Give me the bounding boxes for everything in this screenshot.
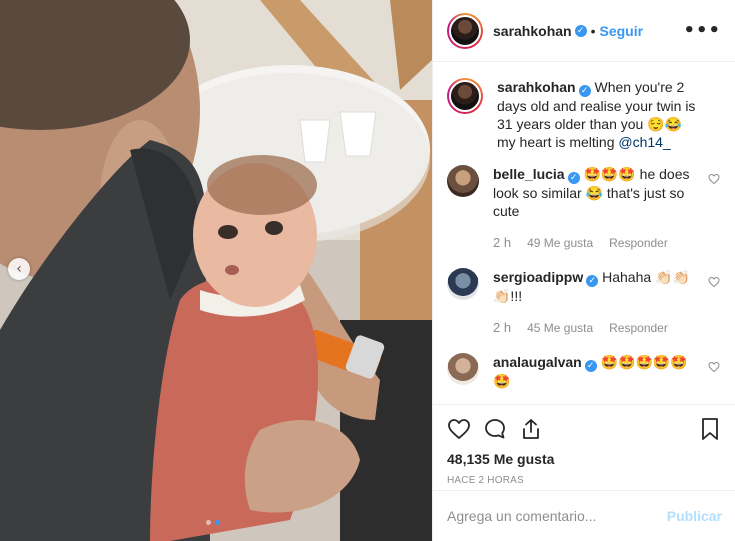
comment-like-heart-icon[interactable] bbox=[708, 173, 720, 185]
comment-username[interactable]: analaugalvan bbox=[493, 354, 582, 370]
post-timestamp[interactable]: HACE 2 HORAS bbox=[447, 475, 722, 486]
comment-time[interactable]: 2 h bbox=[493, 234, 511, 252]
share-icon[interactable] bbox=[519, 417, 543, 441]
comment-likes[interactable]: 49 Me gusta bbox=[527, 234, 593, 252]
carousel-dot-active bbox=[215, 520, 220, 525]
verified-icon: ✓ bbox=[574, 24, 587, 37]
comment-likes[interactable]: 45 Me gusta bbox=[527, 319, 593, 337]
comment-meta: 2 h 49 Me gusta Responder bbox=[493, 234, 693, 252]
comment-item: analaugalvan ✓ 🤩🤩🤩🤩🤩🤩 bbox=[447, 353, 722, 390]
comment-meta: 2 h 45 Me gusta Responder bbox=[493, 319, 693, 337]
post-caption: sarahkohan ✓ When you're 2 days old and r… bbox=[447, 78, 722, 151]
comment-reply-button[interactable]: Responder bbox=[609, 234, 668, 252]
comment-time[interactable]: 2 h bbox=[493, 319, 511, 337]
bookmark-icon[interactable] bbox=[698, 417, 722, 441]
comment-item: sergioadippw ✓ Hahaha 👏🏻👏🏻👏🏻!!! 2 h 45 Me… bbox=[447, 268, 722, 339]
caption-username[interactable]: sarahkohan bbox=[497, 79, 576, 95]
verified-icon: ✓ bbox=[578, 85, 591, 97]
likes-count[interactable]: 48,135 Me gusta bbox=[447, 451, 722, 467]
commenter-avatar[interactable] bbox=[447, 165, 479, 197]
caption-mention-link[interactable]: @ch14_ bbox=[618, 134, 670, 150]
author-avatar[interactable] bbox=[447, 12, 483, 49]
comment-like-heart-icon[interactable] bbox=[708, 276, 720, 288]
carousel-dot bbox=[206, 520, 211, 525]
previous-photo-button[interactable]: ‹ bbox=[8, 258, 30, 280]
caption-avatar[interactable] bbox=[447, 78, 483, 114]
verified-icon: ✓ bbox=[567, 172, 580, 184]
comment-username[interactable]: belle_lucia bbox=[493, 166, 565, 182]
add-comment-bar: Publicar bbox=[433, 490, 735, 541]
publish-button[interactable]: Publicar bbox=[667, 508, 722, 524]
comment-item: belle_lucia ✓ 🤩🤩🤩 he does look so similar… bbox=[447, 165, 722, 254]
post-header: sarahkohan ✓ • Seguir ••• bbox=[433, 0, 735, 62]
more-icon[interactable]: ••• bbox=[683, 20, 721, 41]
carousel-indicator bbox=[206, 520, 220, 525]
comment-username[interactable]: sergioadippw bbox=[493, 269, 583, 285]
post-photo[interactable]: ‹ bbox=[0, 0, 432, 541]
post-image bbox=[0, 0, 432, 541]
verified-icon: ✓ bbox=[586, 275, 599, 287]
author-username[interactable]: sarahkohan bbox=[493, 23, 572, 39]
heart-icon[interactable] bbox=[447, 417, 471, 441]
header-separator: • bbox=[590, 22, 596, 39]
post-side-panel: sarahkohan ✓ • Seguir ••• sarahkohan ✓ Wh… bbox=[432, 0, 735, 541]
chevron-left-icon: ‹ bbox=[16, 261, 22, 277]
commenter-avatar[interactable] bbox=[447, 353, 479, 385]
action-icons bbox=[447, 413, 722, 445]
comment-icon[interactable] bbox=[483, 417, 507, 441]
comments-list[interactable]: sarahkohan ✓ When you're 2 days old and r… bbox=[433, 62, 735, 404]
comment-input[interactable] bbox=[447, 508, 667, 524]
follow-button[interactable]: Seguir bbox=[600, 23, 644, 39]
verified-icon: ✓ bbox=[584, 360, 597, 372]
post-actions: 48,135 Me gusta HACE 2 HORAS bbox=[433, 404, 735, 490]
comment-like-heart-icon[interactable] bbox=[708, 361, 720, 373]
comment-reply-button[interactable]: Responder bbox=[609, 319, 668, 337]
commenter-avatar[interactable] bbox=[447, 268, 479, 300]
